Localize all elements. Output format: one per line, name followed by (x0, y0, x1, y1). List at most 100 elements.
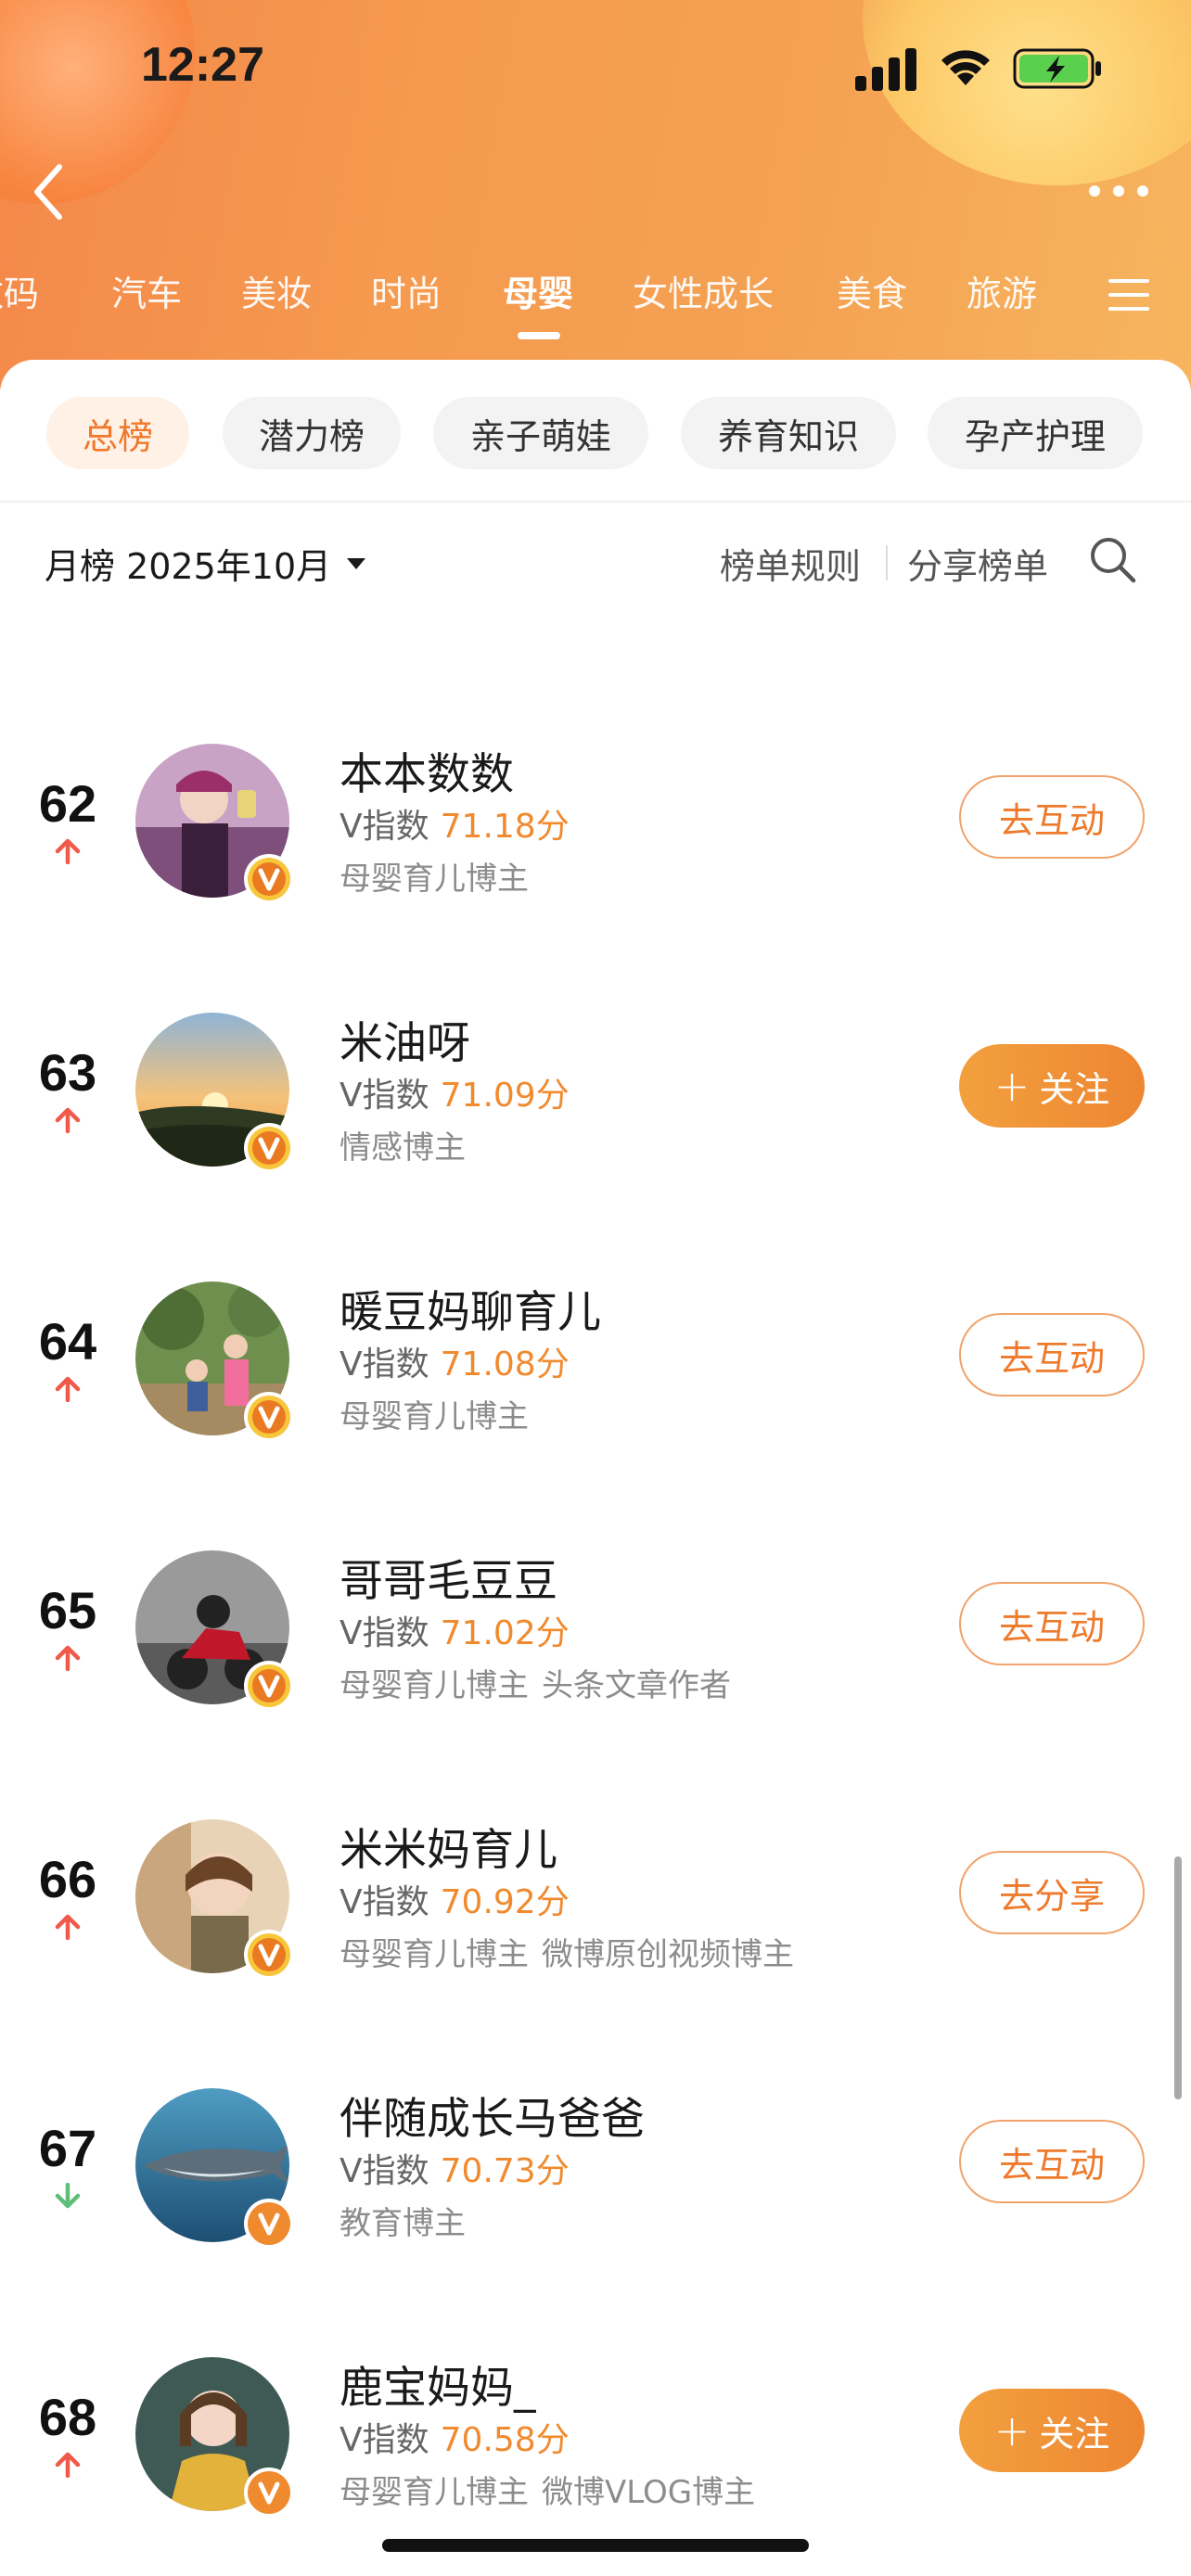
verified-v-badge-icon (244, 2199, 294, 2249)
ranking-row[interactable]: 62 本本数数 V指数 71.18分 母婴育儿博主 去互动 (0, 716, 1191, 957)
divider (0, 501, 1191, 503)
search-icon[interactable] (1087, 534, 1137, 584)
blogger-name[interactable]: 哥哥毛豆豆 (339, 1545, 557, 1609)
sub-tab[interactable]: 养育知识 (681, 397, 896, 469)
ranking-rules-link[interactable]: 榜单规则 (720, 538, 861, 589)
follow-button[interactable]: + 关注 (959, 2389, 1145, 2472)
blogger-tag: 母婴育儿博主 (339, 1398, 529, 1435)
interact-button[interactable]: 去互动 (959, 2120, 1145, 2203)
blogger-tags: 情感博主 (339, 1122, 466, 1167)
ranking-row[interactable]: 67 伴随成长马爸爸 V指数 70.73分 教育博主 去互动 (0, 2060, 1191, 2302)
sub-tab[interactable]: 孕产护理 (928, 397, 1143, 469)
blogger-name[interactable]: 伴随成长马爸爸 (339, 2083, 645, 2147)
plus-icon: + (993, 2405, 1031, 2455)
verified-v-badge-icon (244, 1930, 294, 1980)
blogger-name[interactable]: 本本数数 (339, 738, 514, 802)
month-selector[interactable]: 月榜 2025年10月 (45, 538, 331, 589)
v-index-label: V指数 (339, 1077, 429, 1115)
blogger-tags: 母婴育儿博主 微博VLOG博主 (339, 2467, 755, 2512)
wifi-icon (941, 50, 990, 85)
v-index-score: 70.92分 (440, 1883, 570, 1921)
v-index-label: V指数 (339, 1883, 429, 1921)
blogger-tags: 母婴育儿博主 头条文章作者 (339, 1660, 731, 1705)
follow-label: 关注 (1039, 1068, 1110, 1110)
ranking-row[interactable]: 66 米米妈育儿 V指数 70.92分 母婴育儿博主 微博原创视频博主 去分享 (0, 1792, 1191, 2033)
interact-button[interactable]: 去互动 (959, 1313, 1145, 1396)
v-index-score: 71.18分 (440, 808, 570, 846)
blogger-tag: 母婴育儿博主 (339, 1667, 529, 1704)
more-options-icon[interactable] (1085, 182, 1152, 200)
home-indicator[interactable] (382, 2539, 809, 2552)
rank-number: 64 (38, 1312, 97, 1371)
category-tab[interactable]: 汽车 (111, 265, 182, 316)
category-tab[interactable]: 美妆 (241, 265, 312, 316)
v-index-score: 71.09分 (440, 1077, 570, 1115)
interact-button[interactable]: 去互动 (959, 775, 1145, 859)
sub-tab[interactable]: 潜力榜 (223, 397, 401, 469)
header-glow-decoration (863, 0, 1191, 185)
plus-icon: + (993, 1061, 1031, 1111)
v-index: V指数 71.09分 (339, 1068, 570, 1116)
blogger-tag: 教育博主 (339, 2205, 466, 2242)
v-index-label: V指数 (339, 1345, 429, 1384)
verified-v-badge-icon (244, 1661, 294, 1711)
v-index-label: V指数 (339, 808, 429, 846)
caret-down-icon[interactable] (345, 556, 367, 571)
ranking-row[interactable]: 68 鹿宝妈妈_ V指数 70.58分 母婴育儿博主 微博VLOG博主 + 关注 (0, 2329, 1191, 2570)
blogger-name[interactable]: 暖豆妈聊育儿 (339, 1276, 601, 1340)
trend-up-icon (55, 1107, 81, 1133)
cellular-signal-icon (855, 48, 916, 91)
sub-tab[interactable]: 亲子萌娃 (433, 397, 648, 469)
toolbar-separator (886, 545, 888, 580)
v-index-label: V指数 (339, 1614, 429, 1652)
v-index: V指数 71.02分 (339, 1606, 570, 1654)
ranking-row[interactable]: 65 哥哥毛豆豆 V指数 71.02分 母婴育儿博主 头条文章作者 去互动 (0, 1523, 1191, 1764)
v-index: V指数 71.08分 (339, 1337, 570, 1385)
battery-charging-icon (1013, 48, 1101, 89)
rank-number: 68 (38, 2388, 97, 2446)
category-menu-icon[interactable] (1108, 278, 1149, 312)
blogger-name[interactable]: 鹿宝妈妈_ (339, 2352, 536, 2416)
v-index-label: V指数 (339, 2421, 429, 2459)
share-action-button[interactable]: 去分享 (959, 1851, 1145, 1934)
blogger-tags: 母婴育儿博主 (339, 853, 529, 899)
sub-tab-active[interactable]: 总榜 (46, 397, 189, 469)
trend-up-icon (55, 1376, 81, 1402)
back-arrow-icon[interactable] (26, 159, 72, 224)
blogger-tag: 母婴育儿博主 (339, 1936, 529, 1973)
follow-button[interactable]: + 关注 (959, 1044, 1145, 1128)
share-ranking-link[interactable]: 分享榜单 (907, 538, 1048, 589)
rank-number: 65 (38, 1581, 97, 1639)
category-tab[interactable]: 时尚 (371, 265, 442, 316)
blogger-tag: 母婴育儿博主 (339, 2474, 529, 2511)
category-tab[interactable]: 数码 (0, 265, 39, 316)
category-tab[interactable]: 旅游 (967, 265, 1037, 316)
blogger-tag: 头条文章作者 (542, 1667, 731, 1704)
trend-up-icon (55, 1914, 81, 1940)
v-index-score: 70.73分 (440, 2152, 570, 2190)
blogger-name[interactable]: 米米妈育儿 (339, 1814, 557, 1878)
blogger-tags: 母婴育儿博主 微博原创视频博主 (339, 1929, 794, 1974)
v-index-score: 71.08分 (440, 1345, 570, 1384)
rank-number: 62 (38, 774, 97, 833)
ranking-row[interactable]: 64 暖豆妈聊育儿 V指数 71.08分 母婴育儿博主 去互动 (0, 1254, 1191, 1495)
v-index-score: 70.58分 (440, 2421, 570, 2459)
category-tab-active[interactable]: 母婴 (503, 265, 573, 316)
blogger-name[interactable]: 米油呀 (339, 1007, 470, 1071)
interact-button[interactable]: 去互动 (959, 1582, 1145, 1665)
category-tab[interactable]: 女性成长 (633, 265, 774, 316)
blogger-tag: 微博原创视频博主 (542, 1936, 794, 1973)
follow-label: 关注 (1039, 2413, 1110, 2455)
blogger-tags: 母婴育儿博主 (339, 1391, 529, 1436)
trend-up-icon (55, 1645, 81, 1671)
blogger-tag: 母婴育儿博主 (339, 861, 529, 898)
scrollbar-thumb[interactable] (1174, 1856, 1182, 2099)
rank-number: 63 (38, 1043, 97, 1102)
verified-v-badge-icon (244, 1123, 294, 1173)
v-index: V指数 70.92分 (339, 1875, 570, 1923)
verified-v-badge-icon (244, 854, 294, 904)
blogger-tag: 微博VLOG博主 (542, 2474, 756, 2511)
v-index-label: V指数 (339, 2152, 429, 2190)
category-tab[interactable]: 美食 (837, 265, 907, 316)
ranking-row[interactable]: 63 米油呀 V指数 71.09分 情感博主 + 关注 (0, 985, 1191, 1226)
